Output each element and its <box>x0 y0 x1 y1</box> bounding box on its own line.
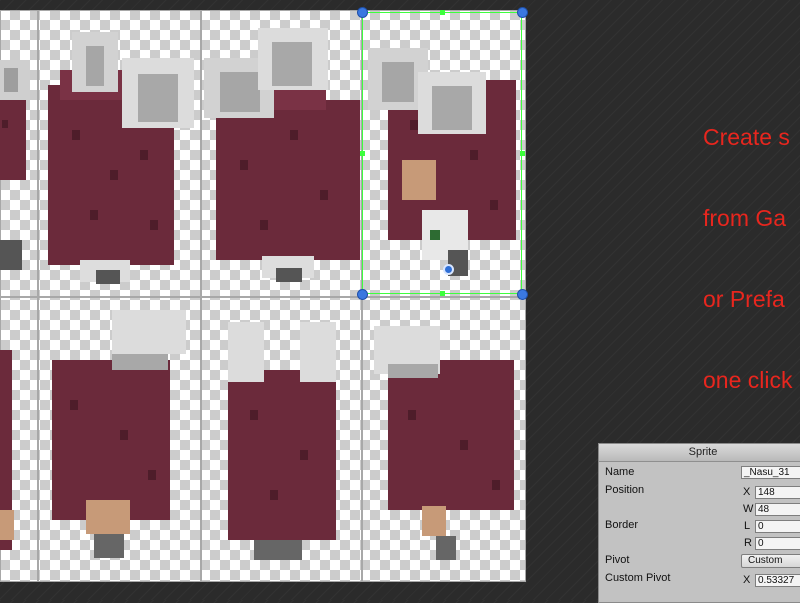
resize-handle-bottom-right[interactable] <box>517 289 528 300</box>
position-x-label: X <box>743 486 751 498</box>
name-label: Name <box>605 466 635 478</box>
name-field[interactable]: _Nasu_31 <box>741 466 800 479</box>
border-label: Border <box>605 519 639 531</box>
pivot-label: Pivot <box>605 554 630 566</box>
sprite-figure-5 <box>0 350 14 550</box>
sprite-figure-6 <box>52 310 186 558</box>
border-l-label: L <box>744 520 751 532</box>
panel-title: Sprite <box>599 444 800 462</box>
position-x-field[interactable]: 148 <box>755 486 800 499</box>
border-r-label: R <box>744 537 752 549</box>
resize-handle-bottom-left[interactable] <box>357 289 368 300</box>
sprite-figure-1 <box>0 60 30 270</box>
resize-handle-right[interactable] <box>520 151 525 156</box>
position-w-label: W <box>743 503 754 515</box>
promo-line-4: one click <box>703 367 793 393</box>
sprite-inspector-panel: Sprite Name _Nasu_31 Position X 148 W 48… <box>598 443 800 603</box>
custom-pivot-label: Custom Pivot <box>605 572 671 584</box>
sprite-figure-8 <box>374 326 514 560</box>
promo-text: Create s from Ga or Prefa one click <box>703 70 792 421</box>
resize-handle-top[interactable] <box>440 10 445 15</box>
resize-handle-top-left[interactable] <box>357 7 368 18</box>
border-l-field[interactable]: 0 <box>755 520 800 533</box>
position-w-field[interactable]: 48 <box>755 503 800 516</box>
custom-pivot-x-field[interactable]: 0.53327 <box>755 574 800 587</box>
promo-line-3: or Prefa <box>703 286 785 312</box>
sprite-figure-7 <box>228 322 336 560</box>
resize-handle-left[interactable] <box>360 151 365 156</box>
resize-handle-top-right[interactable] <box>517 7 528 18</box>
promo-line-1: Create s <box>703 124 790 150</box>
promo-line-2: from Ga <box>703 205 787 231</box>
pivot-handle[interactable] <box>443 264 454 275</box>
resize-handle-bottom[interactable] <box>440 291 445 296</box>
sprite-figure-2 <box>48 32 194 284</box>
position-label: Position <box>605 484 645 496</box>
border-r-field[interactable]: 0 <box>755 537 800 550</box>
sprite-figure-3 <box>204 28 360 282</box>
pivot-dropdown[interactable]: Custom <box>741 554 800 568</box>
custom-pivot-x-label: X <box>743 574 751 586</box>
sprite-selection-rect[interactable] <box>362 12 522 294</box>
